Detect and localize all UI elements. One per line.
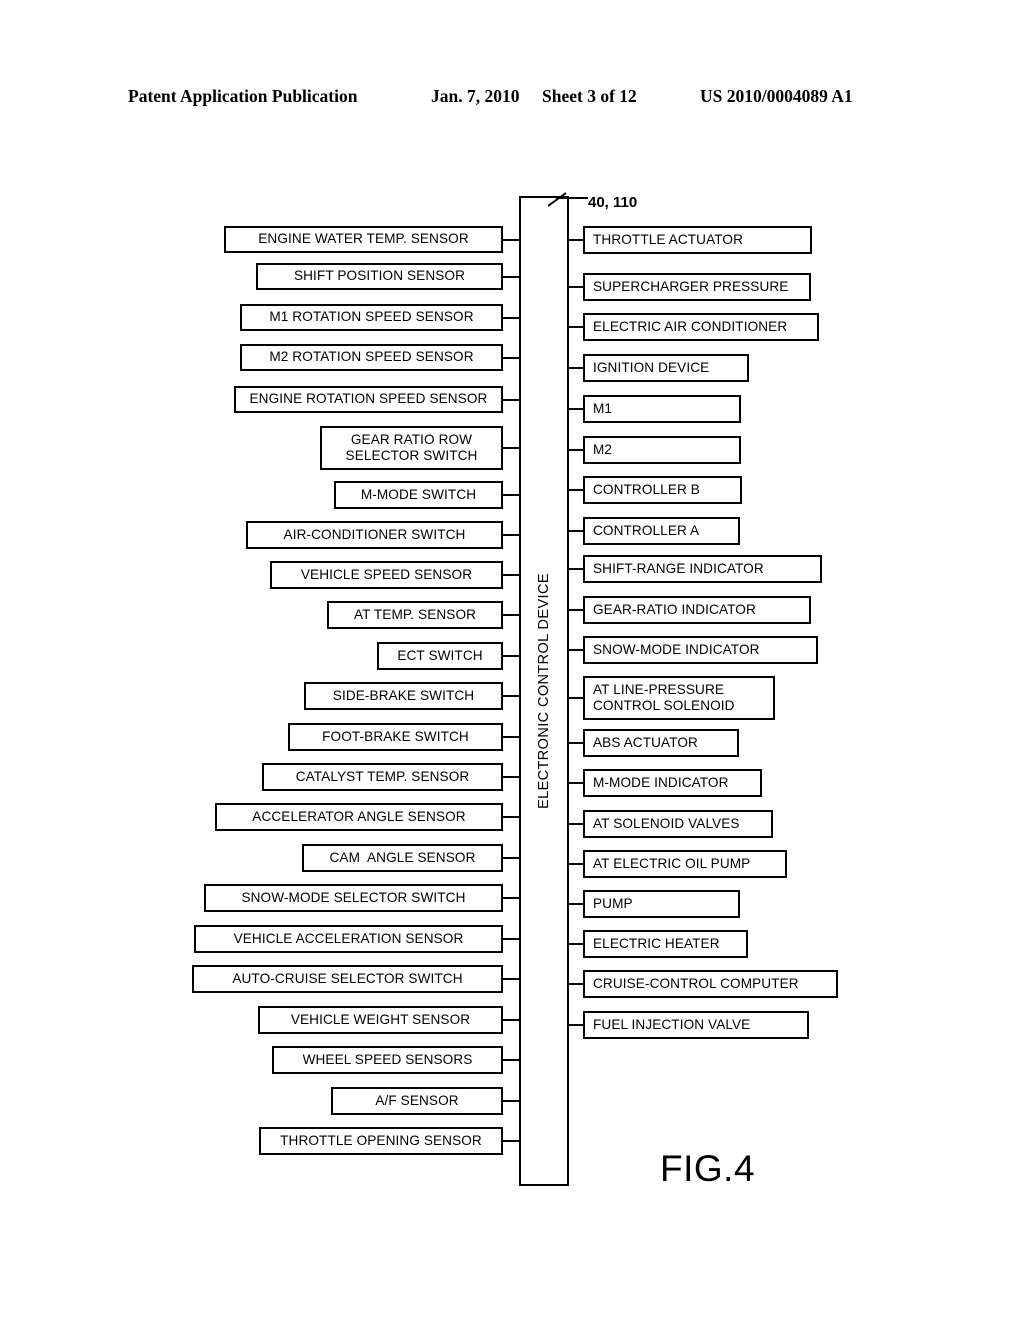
output-node-abs-actuator: ABS ACTUATOR: [583, 729, 739, 757]
input-node-accelerator-angle-sensor: ACCELERATOR ANGLE SENSOR: [215, 803, 503, 831]
input-node-throttle-opening-sensor: THROTTLE OPENING SENSOR: [259, 1127, 503, 1155]
output-node-controller-b: CONTROLLER B: [583, 476, 742, 504]
input-node-foot-brake-switch: FOOT-BRAKE SWITCH: [288, 723, 503, 751]
input-node-vehicle-weight-sensor: VEHICLE WEIGHT SENSOR: [258, 1006, 503, 1034]
publication-number: US 2010/0004089 A1: [700, 86, 853, 106]
input-node-side-brake-switch: SIDE-BRAKE SWITCH: [304, 682, 503, 710]
input-node-vehicle-speed-sensor: VEHICLE SPEED SENSOR: [270, 561, 503, 589]
input-node-vehicle-acceleration-sensor: VEHICLE ACCELERATION SENSOR: [194, 925, 503, 953]
output-node-m-mode-indicator: M-MODE INDICATOR: [583, 769, 762, 797]
output-node-controller-a: CONTROLLER A: [583, 517, 740, 545]
output-node-m1: M1: [583, 395, 741, 423]
input-node-catalyst-temp-sensor: CATALYST TEMP. SENSOR: [262, 763, 503, 791]
input-node-snow-mode-selector-switch: SNOW-MODE SELECTOR SWITCH: [204, 884, 503, 912]
output-node-ignition-device: IGNITION DEVICE: [583, 354, 749, 382]
input-node-a-f-sensor: A/F SENSOR: [331, 1087, 503, 1115]
patent-figure-page: Patent Application Publication Jan. 7, 2…: [0, 0, 1024, 1320]
sheet-number: Sheet 3 of 12: [542, 86, 637, 106]
output-node-at-electric-oil-pump: AT ELECTRIC OIL PUMP: [583, 850, 787, 878]
output-node-pump: PUMP: [583, 890, 740, 918]
input-node-engine-rotation-speed-sensor: ENGINE ROTATION SPEED SENSOR: [234, 386, 503, 413]
output-node-at-solenoid-valves: AT SOLENOID VALVES: [583, 810, 773, 838]
input-node-m1-rotation-speed-sensor: M1 ROTATION SPEED SENSOR: [240, 304, 503, 331]
output-node-cruise-control-computer: CRUISE-CONTROL COMPUTER: [583, 970, 838, 998]
output-node-shift-range-indicator: SHIFT-RANGE INDICATOR: [583, 555, 822, 583]
publication-date: Jan. 7, 2010: [431, 86, 520, 106]
reference-numeral: 40, 110: [588, 194, 638, 211]
input-node-cam-angle-sensor: CAM ANGLE SENSOR: [302, 844, 503, 872]
input-node-auto-cruise-selector-switch: AUTO-CRUISE SELECTOR SWITCH: [192, 965, 503, 993]
output-node-snow-mode-indicator: SNOW-MODE INDICATOR: [583, 636, 818, 664]
electronic-control-device-label: ELECTRONIC CONTROL DEVICE: [536, 573, 552, 809]
publication-header: Patent Application Publication Jan. 7, 2…: [128, 86, 888, 112]
output-node-fuel-injection-valve: FUEL INJECTION VALVE: [583, 1011, 809, 1039]
input-node-m-mode-switch: M-MODE SWITCH: [334, 481, 503, 509]
output-node-at-line-pressure-control-solenoid: AT LINE-PRESSURE CONTROL SOLENOID: [583, 676, 775, 720]
input-node-engine-water-temp-sensor: ENGINE WATER TEMP. SENSOR: [224, 226, 503, 253]
input-node-gear-ratio-row-selector-switch: GEAR RATIO ROW SELECTOR SWITCH: [320, 426, 503, 470]
figure-caption: FIG.4: [660, 1148, 756, 1189]
input-node-at-temp-sensor: AT TEMP. SENSOR: [327, 601, 503, 629]
input-node-m2-rotation-speed-sensor: M2 ROTATION SPEED SENSOR: [240, 344, 503, 371]
input-node-wheel-speed-sensors: WHEEL SPEED SENSORS: [272, 1046, 503, 1074]
output-node-throttle-actuator: THROTTLE ACTUATOR: [583, 226, 812, 254]
reference-lead-line: [548, 192, 588, 207]
output-node-m2: M2: [583, 436, 741, 464]
input-node-shift-position-sensor: SHIFT POSITION SENSOR: [256, 263, 503, 290]
output-node-gear-ratio-indicator: GEAR-RATIO INDICATOR: [583, 596, 811, 624]
publication-title: Patent Application Publication: [128, 86, 358, 106]
output-node-electric-heater: ELECTRIC HEATER: [583, 930, 748, 958]
input-node-air-conditioner-switch: AIR-CONDITIONER SWITCH: [246, 521, 503, 549]
output-node-supercharger-pressure: SUPERCHARGER PRESSURE: [583, 273, 811, 301]
input-node-ect-switch: ECT SWITCH: [377, 642, 503, 670]
output-node-electric-air-conditioner: ELECTRIC AIR CONDITIONER: [583, 313, 819, 341]
electronic-control-device-block: ELECTRONIC CONTROL DEVICE: [519, 196, 569, 1186]
